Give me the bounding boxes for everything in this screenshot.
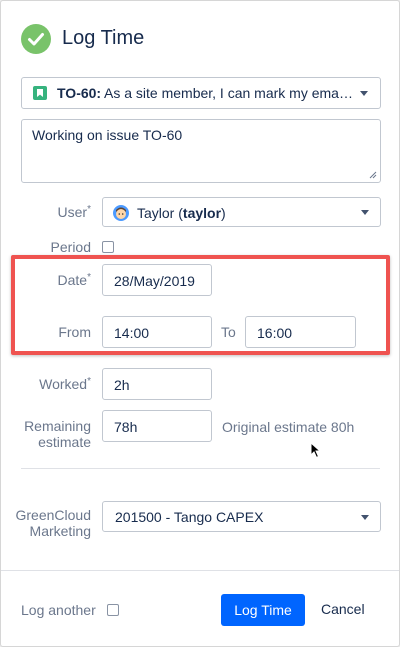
worked-input[interactable]: 2h (102, 368, 212, 400)
account-select[interactable]: 201500 - Tango CAPEX (102, 501, 381, 532)
footer-divider (1, 570, 399, 571)
chevron-down-icon (360, 91, 368, 96)
work-description-textarea[interactable]: Working on issue TO-60 (21, 119, 381, 183)
period-label: Period (50, 239, 91, 255)
user-label: User* (57, 204, 91, 220)
story-icon (33, 86, 47, 100)
resize-handle-icon[interactable] (369, 171, 377, 179)
chevron-down-icon (361, 515, 369, 520)
account-value: 201500 - Tango CAPEX (115, 509, 264, 525)
period-checkbox[interactable] (102, 241, 114, 253)
log-time-dialog: Log Time TO-60: As a site member, I can … (0, 0, 400, 647)
user-select[interactable]: Taylor (taylor) (102, 197, 381, 227)
check-circle-icon (21, 24, 51, 54)
remaining-estimate-label: Remaining estimate (24, 418, 91, 450)
issue-select[interactable]: TO-60: As a site member, I can mark my e… (21, 77, 381, 109)
user-name: Taylor (taylor) (137, 205, 226, 221)
mouse-cursor-icon (310, 442, 322, 459)
remaining-estimate-input[interactable]: 78h (102, 410, 212, 442)
highlight-annotation (11, 255, 390, 355)
chevron-down-icon (361, 210, 369, 215)
work-description-text: Working on issue TO-60 (32, 127, 183, 143)
avatar (113, 205, 129, 221)
log-time-button[interactable]: Log Time (221, 594, 305, 626)
issue-key: TO-60: (57, 85, 102, 101)
original-estimate-note: Original estimate 80h (222, 419, 355, 435)
issue-summary: As a site member, I can mark my emails a… (104, 85, 354, 101)
cancel-button[interactable]: Cancel (321, 601, 365, 617)
log-another-label: Log another (21, 602, 96, 618)
worked-label: Worked* (39, 376, 91, 392)
log-another-checkbox[interactable] (107, 604, 119, 616)
account-label: GreenCloud Marketing (15, 507, 92, 539)
dialog-title: Log Time (62, 27, 145, 49)
divider (21, 468, 380, 469)
